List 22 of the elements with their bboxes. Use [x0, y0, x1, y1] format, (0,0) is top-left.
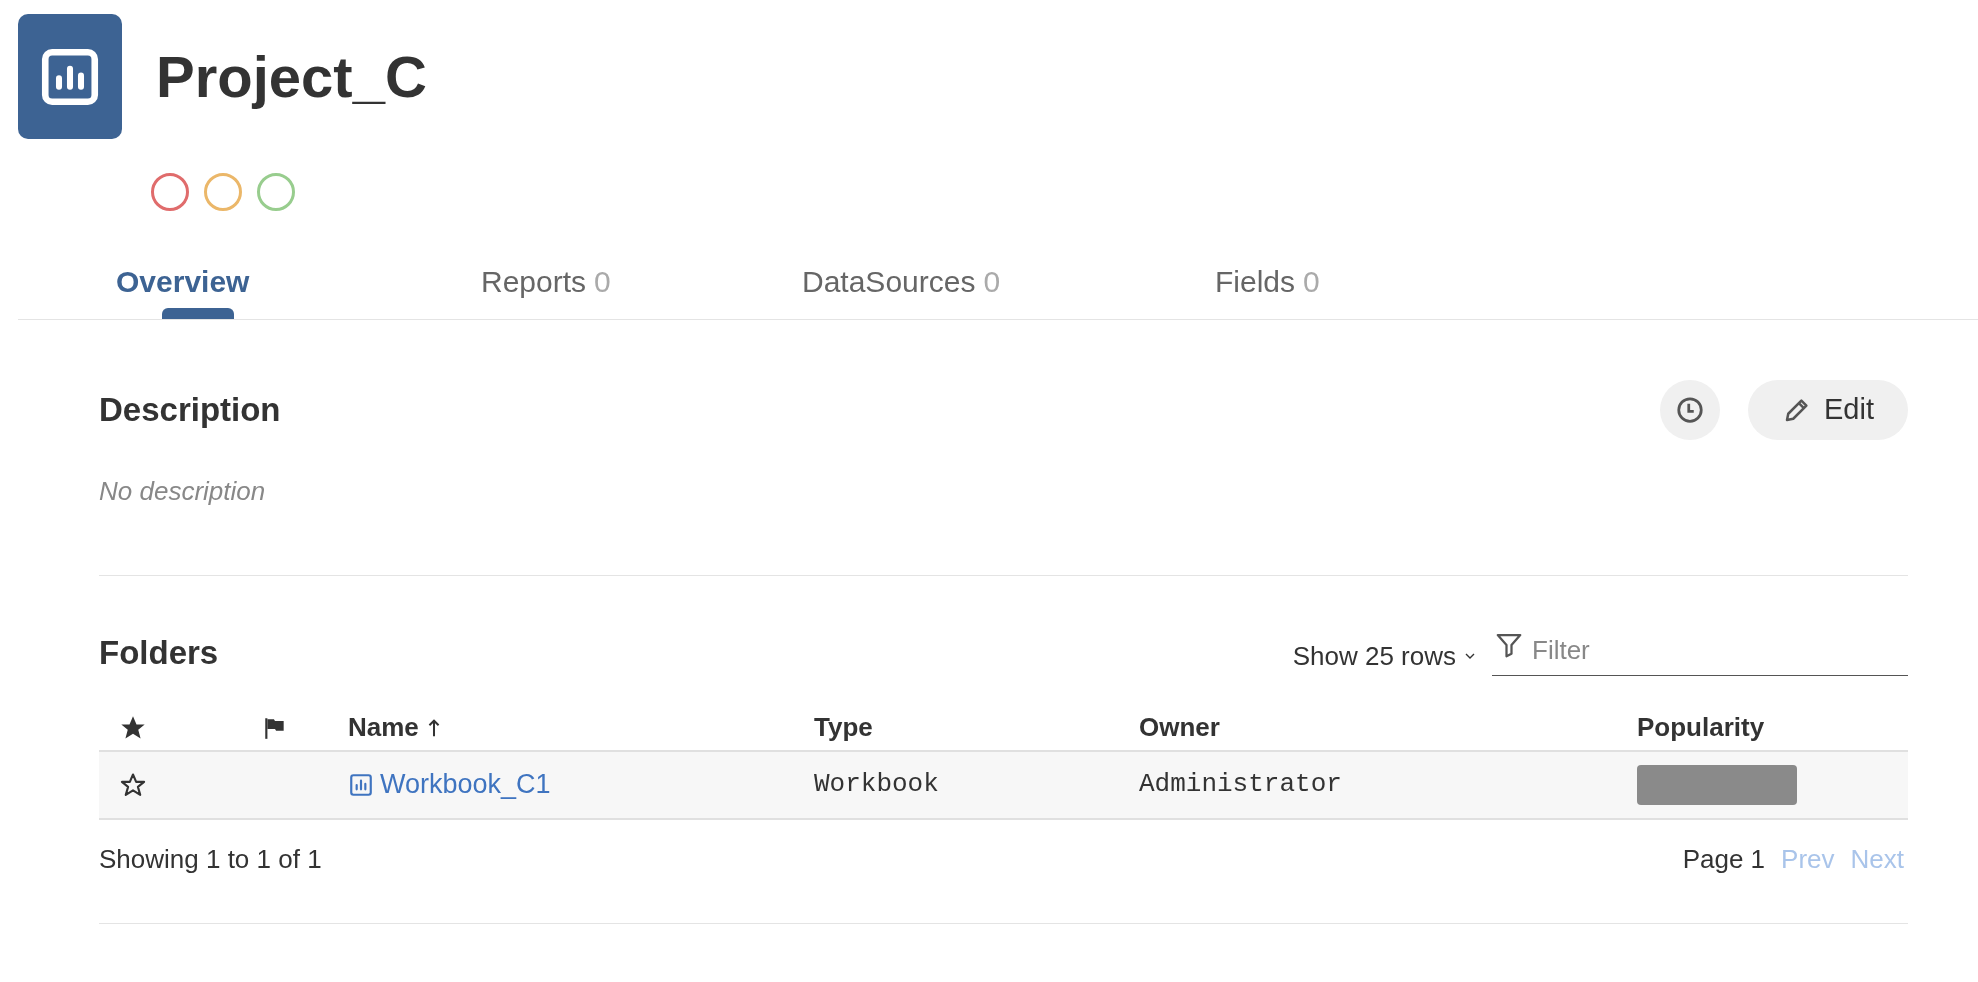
workbook-link[interactable]: Workbook_C1	[348, 764, 551, 805]
tab[interactable]: Reports 0	[481, 249, 802, 319]
description-text: No description	[99, 475, 266, 508]
column-header[interactable]: Name	[348, 708, 445, 747]
tab[interactable]: Overview	[18, 249, 481, 319]
table-cell: Workbook	[814, 769, 939, 799]
edit-button[interactable]: Edit	[1748, 380, 1908, 440]
column-header[interactable]: Popularity	[1637, 708, 1765, 747]
tab[interactable]: DataSources 0	[802, 249, 1215, 319]
column-header[interactable]: Owner	[1139, 708, 1220, 747]
chart-icon	[348, 771, 374, 798]
section-heading: Folders	[99, 633, 219, 673]
section-heading: Description	[99, 390, 281, 431]
rows-per-page-dropdown[interactable]: Show 25 rows	[1292, 636, 1478, 676]
clock-icon	[1675, 395, 1705, 425]
filter-field[interactable]: Filter	[1492, 629, 1908, 676]
page-number: Page 1	[1682, 842, 1766, 876]
tab[interactable]: Fields 0	[1215, 249, 1515, 319]
project-logo-icon	[18, 14, 122, 139]
table-cell: Administrator	[1139, 769, 1342, 799]
column-header[interactable]: Type	[814, 708, 873, 747]
results-summary: Showing 1 to 1 of 1	[99, 842, 322, 876]
